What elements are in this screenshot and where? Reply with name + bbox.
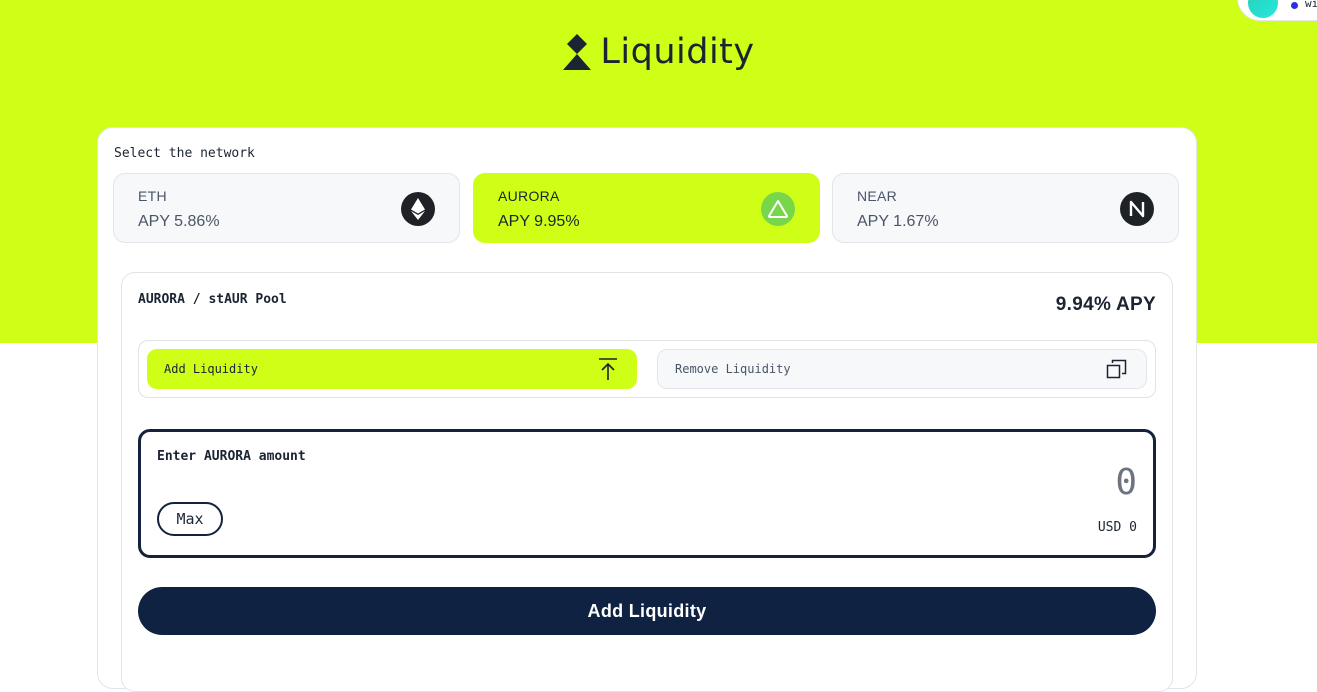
upload-icon: [599, 358, 617, 380]
tab-label: Add Liquidity: [164, 362, 258, 376]
network-option-eth[interactable]: ETH APY 5.86%: [113, 173, 460, 243]
page-title: Liquidity: [600, 32, 755, 72]
add-liquidity-button[interactable]: Add Liquidity: [138, 587, 1156, 635]
max-button[interactable]: Max: [157, 502, 223, 536]
usd-value: USD 0: [1097, 520, 1137, 535]
network-option-near[interactable]: NEAR APY 1.67%: [832, 173, 1179, 243]
network-name: AURORA: [498, 188, 560, 204]
network-select-label: Select the network: [114, 146, 255, 161]
connected-dot-icon: [1291, 2, 1298, 9]
network-apy: APY 9.95%: [498, 213, 580, 230]
liquidity-card: Select the network ETH APY 5.86% AURORA …: [97, 127, 1197, 692]
amount-input[interactable]: 0: [1115, 462, 1137, 503]
aurora-icon: [761, 192, 795, 226]
network-apy: APY 1.67%: [857, 213, 939, 230]
ethereum-icon: [401, 192, 435, 226]
page-header: Liquidity: [0, 32, 1317, 72]
tab-remove-liquidity[interactable]: Remove Liquidity: [657, 349, 1147, 389]
pool-apy: 9.94% APY: [1055, 294, 1156, 315]
tab-label: Remove Liquidity: [675, 362, 791, 376]
copy-icon: [1106, 359, 1127, 379]
pool-title: AURORA / stAUR Pool: [138, 292, 287, 307]
network-option-aurora[interactable]: AURORA APY 9.95%: [473, 173, 820, 243]
pool-panel: AURORA / stAUR Pool 9.94% APY Add Liquid…: [121, 272, 1173, 692]
amount-input-box[interactable]: Enter AURORA amount 0 Max USD 0: [138, 429, 1156, 558]
network-name: NEAR: [857, 188, 898, 204]
network-name: ETH: [138, 188, 167, 204]
wallet-avatar: [1248, 0, 1278, 18]
amount-label: Enter AURORA amount: [157, 449, 306, 464]
tab-add-liquidity[interactable]: Add Liquidity: [147, 349, 637, 389]
liquidity-tabs: Add Liquidity Remove Liquidity: [138, 340, 1156, 398]
network-apy: APY 5.86%: [138, 213, 220, 230]
wallet-chip[interactable]: wi: [1238, 0, 1317, 20]
wallet-address: wi: [1305, 0, 1317, 10]
near-icon: [1120, 192, 1154, 226]
logo-icon: [563, 34, 592, 70]
